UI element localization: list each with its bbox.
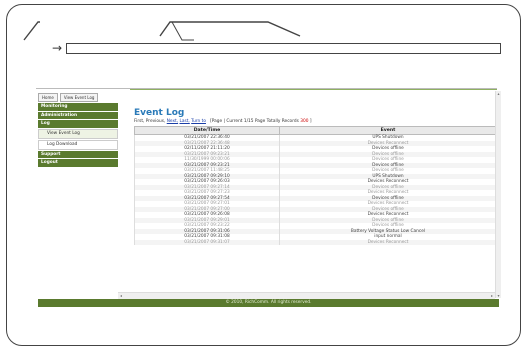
sidebar-section-support[interactable]: Support xyxy=(38,150,118,158)
nav-next-link[interactable]: Next, xyxy=(167,119,178,124)
table-body: 03/21/2007 22:36:40 UPS Shutdown 03/21/200… xyxy=(134,134,497,245)
sidebar-item-log-download[interactable]: Log Download xyxy=(38,139,118,150)
scroll-up-icon[interactable]: ▴ xyxy=(496,91,501,96)
record-count: 300 xyxy=(300,119,309,124)
pagination-bar: First, Previous, Next, Last, Turn to [Pa… xyxy=(134,118,494,125)
sidebar-section-monitoring[interactable]: Monitoring xyxy=(38,103,118,111)
page-info: [Page | Current 1/15 Page Totally Record… xyxy=(210,119,299,124)
sidebar-section-log[interactable]: Log xyxy=(38,120,118,128)
breadcrumb-home[interactable]: Home xyxy=(38,93,58,102)
column-header-datetime[interactable]: Date/Time xyxy=(134,126,280,135)
page-title: Event Log xyxy=(134,108,185,118)
column-header-event[interactable]: Event xyxy=(279,126,497,135)
sidebar-section-administration[interactable]: Administration xyxy=(38,111,118,119)
scroll-down-icon[interactable]: ▾ xyxy=(496,293,501,298)
address-bar[interactable] xyxy=(66,43,501,54)
sidebar-item-view-event-log[interactable]: View Event Log xyxy=(38,128,118,139)
nav-turn-to-link[interactable]: Turn to xyxy=(191,119,206,124)
event-log-table: Date/Time Event 03/21/2007 22:36:40 UPS S… xyxy=(134,126,497,245)
breadcrumb: Home View Event Log xyxy=(38,93,99,102)
cell-event: Devices Reconnect xyxy=(279,239,497,245)
main-content: Event Log First, Previous, Next, Last, T… xyxy=(134,108,497,245)
sidebar: Monitoring Administration Log View Event… xyxy=(38,103,118,168)
header-accent-line xyxy=(130,89,497,90)
vertical-scrollbar[interactable]: ▴ ▾ xyxy=(495,91,501,298)
footer-copyright: © 2010, RichComm. All rights reserved. xyxy=(38,299,499,307)
breadcrumb-view-event-log[interactable]: View Event Log xyxy=(59,93,99,102)
page-info-end: ] xyxy=(309,119,312,124)
cell-datetime: 03/21/2007 09:31:07 xyxy=(134,239,280,245)
table-row: 03/21/2007 09:31:07 Devices Reconnect xyxy=(134,239,497,245)
nav-last-link[interactable]: Last, xyxy=(179,119,189,124)
forward-arrow-icon[interactable]: → xyxy=(52,42,62,54)
nav-first[interactable]: First, xyxy=(134,119,144,124)
table-header-row: Date/Time Event xyxy=(134,126,497,135)
sidebar-section-logout[interactable]: Logout xyxy=(38,159,118,167)
nav-previous[interactable]: Previous, xyxy=(146,119,166,124)
horizontal-scrollbar[interactable]: ◂ ▸ xyxy=(118,292,495,299)
